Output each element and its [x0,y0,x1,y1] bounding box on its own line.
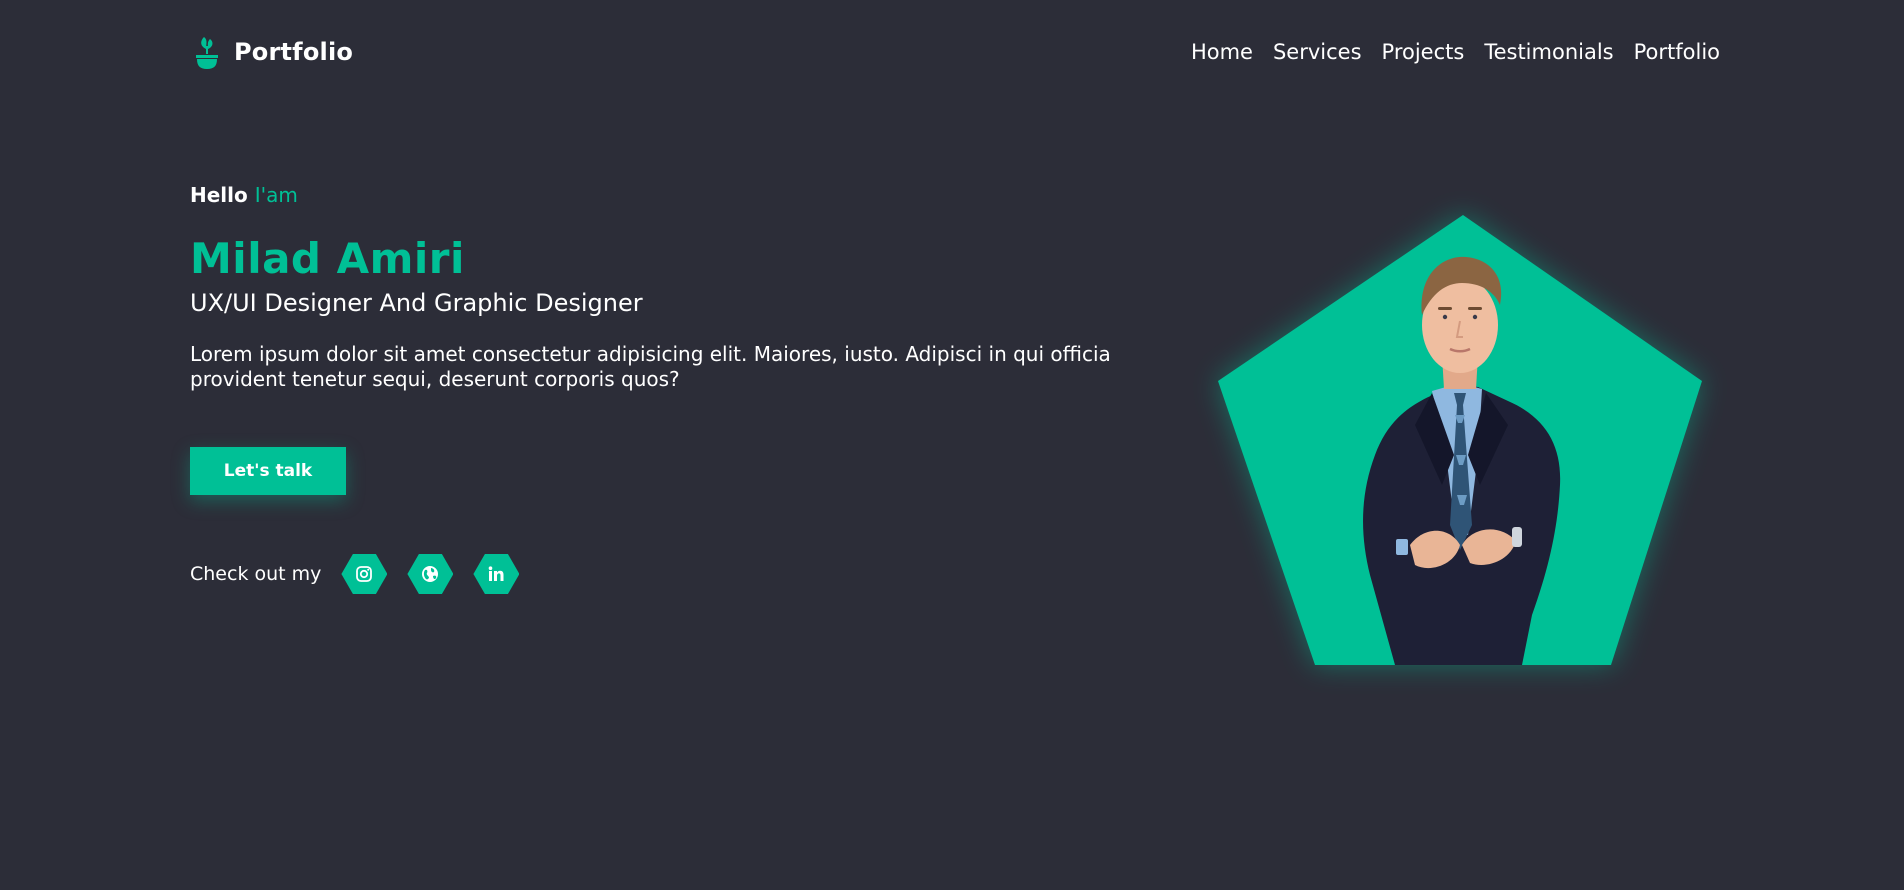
nav-portfolio[interactable]: Portfolio [1634,40,1720,64]
brand-name: Portfolio [234,38,354,66]
social-links: Check out my [190,554,539,594]
nav-services[interactable]: Services [1273,40,1362,64]
navbar: Portfolio Home Services Projects Testimo… [190,28,1720,76]
lets-talk-button[interactable]: Let's talk [190,447,346,495]
brand-logo[interactable]: Portfolio [190,33,353,71]
linkedin-link[interactable] [473,554,520,594]
hero-section: Hello I'am Milad Amiri UX/UI Designer An… [190,180,1130,594]
instagram-link[interactable] [341,554,388,594]
greeting-accent: I'am [254,183,298,207]
hero-portrait [1210,155,1710,675]
hero-name: Milad Amiri [190,234,465,283]
plant-pot-icon [196,37,218,69]
social-label: Check out my [190,563,322,585]
linkedin-icon [489,566,504,581]
nav-projects[interactable]: Projects [1382,40,1465,64]
instagram-icon [356,566,373,582]
portrait-illustration [1218,215,1702,665]
main-nav: Home Services Projects Testimonials Port… [1191,40,1720,64]
hero-description: Lorem ipsum dolor sit amet consectetur a… [190,342,1111,391]
greeting-text: Hello [190,183,248,207]
globe-link[interactable] [407,554,454,594]
globe-icon [422,566,439,582]
nav-home[interactable]: Home [1191,40,1253,64]
hero-greeting: Hello I'am [190,180,1130,210]
nav-testimonials[interactable]: Testimonials [1484,40,1613,64]
hero-role: UX/UI Designer And Graphic Designer [190,289,643,317]
